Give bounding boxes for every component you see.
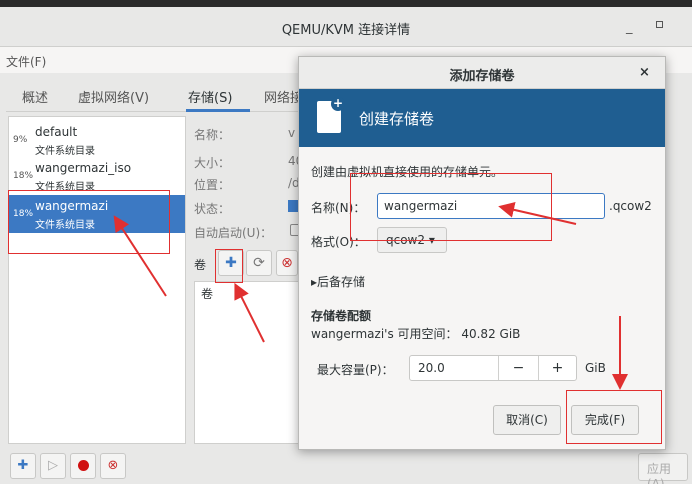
connection-tabs: 概述 虚拟网络(V) 存储(S) 网络接	[6, 78, 326, 112]
volumes-label: 卷	[194, 258, 207, 272]
window-title: QEMU/KVM 连接详情	[281, 23, 411, 38]
pool-name-value: v	[288, 126, 296, 140]
pool-usage: 9%	[13, 135, 28, 145]
plus-badge-icon: +	[331, 96, 345, 111]
dialog-banner: + 创建存储卷	[299, 89, 665, 147]
dialog-titlebar: 添加存储卷 ×	[299, 57, 665, 89]
close-icon[interactable]: ×	[639, 65, 650, 80]
pool-name-label: 名称：	[194, 128, 231, 142]
volume-column-header[interactable]: 卷	[201, 285, 213, 302]
tab-virtual-networks[interactable]: 虚拟网络(V)	[78, 87, 149, 106]
dialog-title: 添加存储卷	[449, 69, 515, 84]
active-tab-indicator	[186, 109, 250, 112]
annotation-box-pool	[8, 190, 170, 254]
delete-volume-button[interactable]: ⊗	[276, 250, 298, 276]
storage-pool-list: 9% default 文件系统目录 18% wangermazi_iso 文件系…	[8, 116, 186, 444]
volume-table: 卷	[194, 281, 304, 444]
annotation-box-name	[350, 173, 552, 241]
capacity-increment-button[interactable]: +	[538, 356, 576, 380]
pool-state-icon	[288, 200, 298, 212]
capacity-unit: GiB	[585, 361, 606, 375]
cancel-button[interactable]: 取消(C)	[493, 405, 561, 435]
annotation-box-finish	[566, 390, 662, 444]
menu-file[interactable]: 文件(F)	[6, 53, 46, 70]
stop-pool-button[interactable]	[70, 453, 96, 479]
annotation-box-add	[215, 249, 243, 283]
maximize-button[interactable]	[656, 21, 663, 28]
add-pool-button[interactable]: ✚	[10, 453, 36, 479]
pool-location-label: 位置：	[194, 178, 231, 192]
pool-state-label: 状态：	[194, 202, 231, 216]
pool-autostart-label: 自动启动(U)：	[194, 226, 273, 240]
capacity-decrement-button[interactable]: −	[498, 356, 538, 380]
pool-name: default	[35, 125, 78, 139]
pool-item-default[interactable]: 9% default 文件系统目录	[9, 121, 185, 159]
desktop-top-bar	[0, 0, 692, 7]
capacity-spinbox[interactable]: 20.0 − +	[409, 355, 577, 381]
backing-store-expander[interactable]: ▸后备存储	[311, 273, 365, 290]
tab-overview[interactable]: 概述	[22, 87, 48, 106]
start-pool-button[interactable]: ▷	[40, 453, 66, 479]
refresh-volumes-button[interactable]: ⟳	[246, 250, 272, 276]
pool-name: wangermazi_iso	[35, 161, 132, 175]
free-space-text: wangermazi's 可用空间： 40.82 GiB	[311, 327, 521, 341]
quota-title: 存储卷配额	[311, 309, 372, 323]
pool-size-label: 大小：	[194, 156, 231, 170]
window-titlebar: QEMU/KVM 连接详情 _	[0, 7, 692, 47]
pool-type: 文件系统目录	[35, 146, 95, 157]
delete-pool-button[interactable]: ⊗	[100, 453, 126, 479]
volume-name-suffix: .qcow2	[609, 199, 652, 213]
minimize-button[interactable]: _	[626, 20, 633, 35]
tab-storage[interactable]: 存储(S)	[188, 87, 232, 106]
pool-usage: 18%	[13, 171, 34, 181]
capacity-label: 最大容量(P)：	[317, 363, 394, 377]
apply-button[interactable]: 应用(A)	[638, 453, 688, 484]
capacity-value[interactable]: 20.0	[418, 361, 445, 375]
banner-title: 创建存储卷	[359, 110, 435, 128]
